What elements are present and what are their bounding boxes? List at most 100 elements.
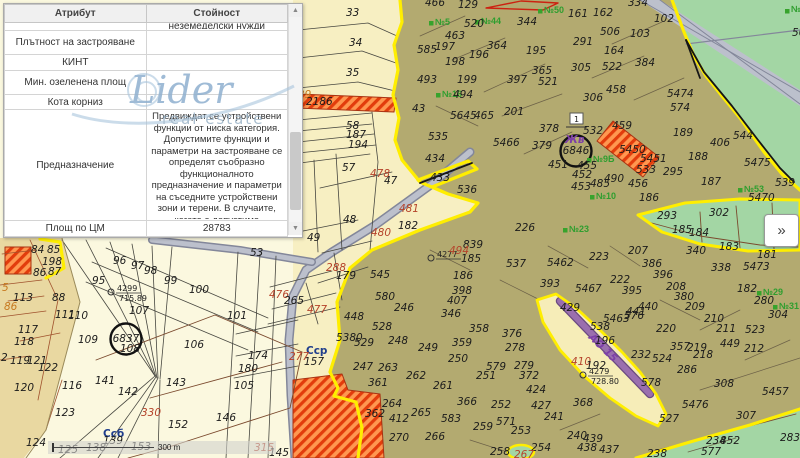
svg-text:143: 143 [166,377,186,389]
svg-text:346: 346 [441,308,461,320]
table-row: Предназначение Предвиждат се устройствен… [5,110,288,221]
svg-text:544: 544 [733,130,753,142]
svg-text:129: 129 [458,0,478,11]
svg-text:248: 248 [388,335,408,347]
svg-text:433: 433 [430,172,450,184]
svg-text:120: 120 [14,382,34,394]
svg-text:5467: 5467 [575,283,602,295]
svg-text:161: 161 [568,8,588,20]
svg-text:5470: 5470 [748,192,775,204]
svg-text:279: 279 [514,360,534,372]
svg-text:302: 302 [709,207,729,219]
row-value: Предвиждат се устройствени функции от ни… [150,111,285,219]
svg-text:6846: 6846 [563,145,590,157]
svg-text:249: 249 [418,342,438,354]
svg-text:494: 494 [453,89,473,101]
svg-text:103: 103 [630,28,650,40]
svg-text:715.89: 715.89 [119,294,147,303]
svg-text:196: 196 [469,49,489,61]
svg-text:102: 102 [654,13,674,25]
svg-text:35: 35 [346,67,360,79]
scrollbar-thumb[interactable] [290,132,301,210]
panel-collapse-button[interactable]: » [764,214,799,247]
svg-text:179: 179 [336,270,356,282]
svg-text:359: 359 [452,337,472,349]
svg-text:5466: 5466 [493,137,520,149]
cadastral-app: 4299715.8942774279728.80684668371081№5№4… [0,0,800,458]
svg-text:85: 85 [47,244,61,256]
table-row: Кота корниз [5,95,288,110]
svg-text:157: 157 [304,356,324,368]
svg-text:107: 107 [129,305,149,317]
svg-text:247: 247 [353,361,373,373]
svg-text:379: 379 [532,140,552,152]
svg-text:533: 533 [636,164,656,176]
svg-text:334: 334 [628,0,648,9]
svg-text:459: 459 [612,120,632,132]
svg-text:34: 34 [349,37,362,49]
svg-text:164: 164 [604,45,624,57]
svg-text:449: 449 [720,338,740,350]
svg-text:№10: №10 [596,191,616,201]
svg-text:43: 43 [412,103,425,115]
row-label: КИНТ [5,55,147,71]
svg-text:180: 180 [238,363,258,375]
svg-text:212: 212 [744,343,764,355]
svg-text:308: 308 [714,378,734,390]
svg-text:527: 527 [659,413,679,425]
row-value [146,31,288,55]
svg-text:545: 545 [370,269,390,281]
scroll-up-icon[interactable]: ▲ [289,4,302,17]
svg-text:99: 99 [164,275,178,287]
svg-text:5: 5 [2,282,9,294]
svg-text:108: 108 [120,343,140,355]
svg-text:364: 364 [487,40,507,52]
svg-text:261: 261 [433,380,453,392]
svg-text:186: 186 [639,192,659,204]
svg-text:188: 188 [688,151,708,163]
svg-text:524: 524 [652,353,672,365]
svg-text:97: 97 [131,260,145,272]
svg-text:226: 226 [515,222,535,234]
svg-text:84: 84 [31,244,44,256]
svg-text:96: 96 [113,255,127,267]
svg-text:429: 429 [560,302,580,314]
svg-text:238: 238 [647,448,667,458]
svg-text:307: 307 [736,410,756,422]
svg-text:286: 286 [677,364,697,376]
svg-text:105: 105 [234,380,254,392]
svg-text:406: 406 [710,137,730,149]
row-label: Кота корниз [5,95,147,110]
svg-text:5457: 5457 [762,386,789,398]
svg-text:270: 270 [389,432,409,444]
svg-text:184: 184 [689,227,709,239]
svg-text:280: 280 [754,295,774,307]
svg-text:87: 87 [48,266,62,278]
svg-text:535: 535 [428,131,448,143]
svg-text:852: 852 [720,435,740,447]
row-label: Плътност на застрояване [5,31,147,55]
svg-text:101: 101 [227,310,247,322]
panel-scrollbar[interactable]: ▲ ▼ [288,4,302,235]
svg-text:330: 330 [141,407,161,419]
svg-text:453: 453 [571,181,591,193]
row-value [146,55,288,71]
svg-text:412: 412 [389,413,409,425]
svg-text:162: 162 [593,7,613,19]
scale-bar: 300 m [48,441,276,454]
svg-text:220: 220 [656,323,676,335]
column-header-value: Стойност [146,5,288,23]
svg-text:521: 521 [538,76,558,88]
table-row: КИНТ [5,55,288,71]
svg-text:86: 86 [4,301,18,313]
svg-text:№50: №50 [544,5,564,15]
marker-icon [590,195,595,200]
table-row: Мин. озеленена площ [5,71,288,95]
svg-text:182: 182 [737,283,757,295]
row-value [146,71,288,95]
svg-text:95: 95 [92,275,106,287]
scroll-down-icon[interactable]: ▼ [289,222,302,235]
svg-text:424: 424 [526,384,546,396]
svg-text:232: 232 [631,349,651,361]
svg-text:241: 241 [544,411,564,423]
